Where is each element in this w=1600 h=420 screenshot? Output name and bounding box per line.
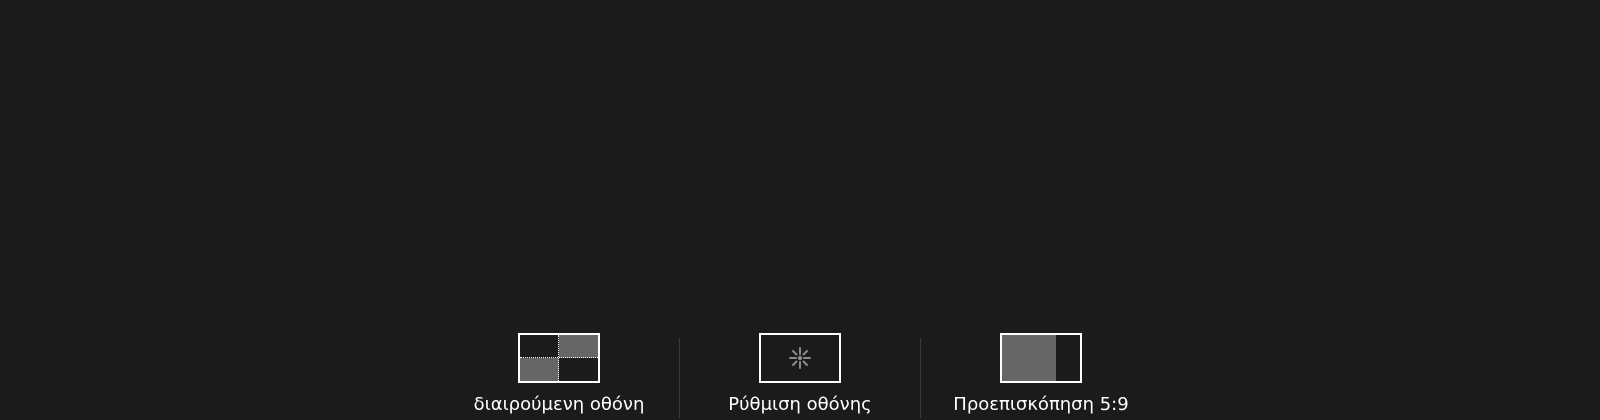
preview-5-9-label: Προεπισκόπηση 5:9 (953, 394, 1129, 415)
bottom-toolbar: διαιρούμενη οθόνη Ρύθμιση οθόνης Προεπισ… (0, 0, 1600, 420)
screen-settings-button[interactable]: Ρύθμιση οθόνης (680, 333, 920, 417)
preview-5-9-button[interactable]: Προεπισκόπηση 5:9 (921, 333, 1161, 417)
sparkle-gear-icon (789, 347, 811, 369)
screen-settings-label: Ρύθμιση οθόνης (728, 394, 872, 415)
split-screen-button[interactable]: διαιρούμενη οθόνη (439, 333, 679, 417)
screen-settings-icon (759, 333, 841, 383)
split-screen-label: διαιρούμενη οθόνη (473, 394, 645, 415)
split-screen-icon (518, 333, 600, 383)
preview-5-9-icon (1000, 333, 1082, 383)
